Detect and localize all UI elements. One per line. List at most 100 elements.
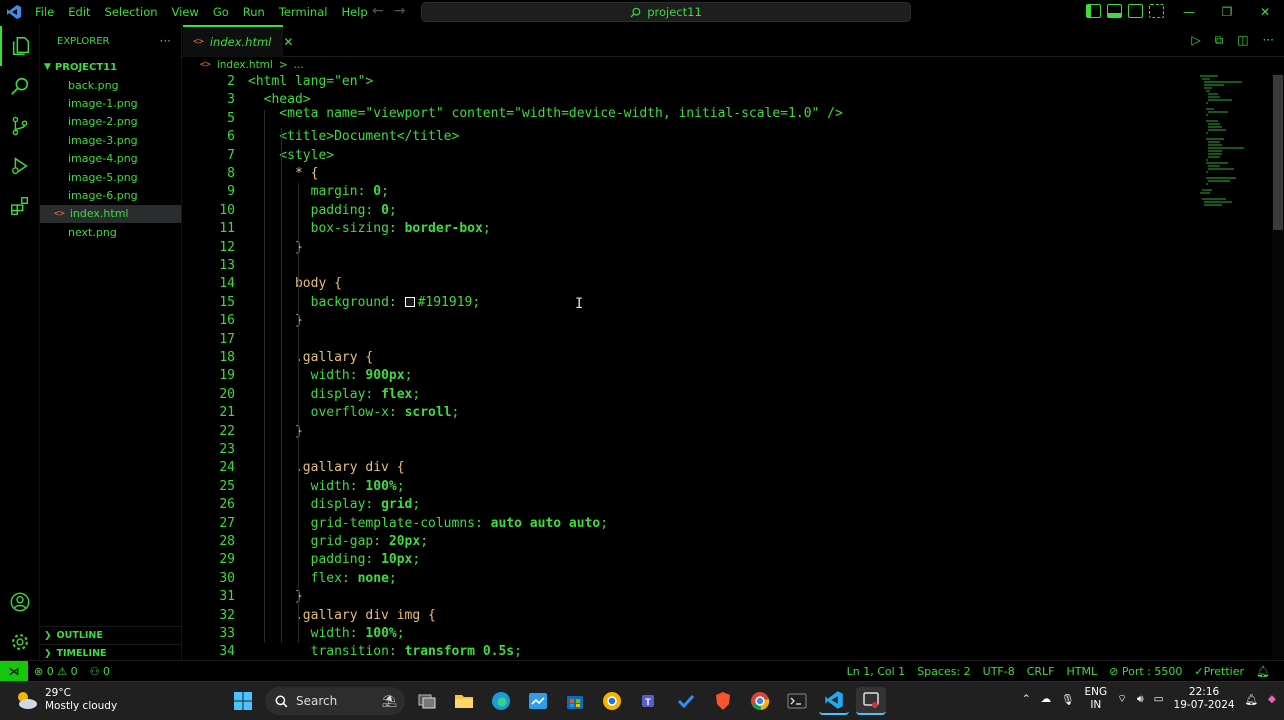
- menu-edit[interactable]: Edit: [61, 5, 97, 19]
- end-of-line[interactable]: CRLF: [1021, 665, 1061, 678]
- file-item[interactable]: next.png: [40, 223, 181, 241]
- copilot-icon[interactable]: ◆: [1268, 693, 1276, 705]
- code-line[interactable]: 19 width: 900px;: [182, 367, 1202, 385]
- todo-check-icon[interactable]: [671, 687, 701, 715]
- prettier-status[interactable]: ✓Prettier: [1188, 665, 1250, 678]
- notification-bell-icon[interactable]: 🔔︎: [1245, 693, 1258, 706]
- ports-indicator[interactable]: ⚇ 0: [84, 665, 116, 678]
- menu-run[interactable]: Run: [236, 5, 272, 19]
- forward-arrow-icon[interactable]: →: [394, 3, 406, 19]
- code-line[interactable]: 31 }: [182, 588, 1202, 606]
- outline-section[interactable]: ❯ OUTLINE: [40, 626, 181, 644]
- mylogin-app-icon[interactable]: [523, 687, 553, 715]
- split-editor-icon[interactable]: ◫: [1237, 33, 1248, 48]
- toggle-panel-icon[interactable]: [1107, 4, 1122, 18]
- file-item[interactable]: image-3.png: [40, 131, 181, 149]
- tab-index-html[interactable]: <> index.html ✕: [183, 25, 293, 57]
- vscode-taskbar-icon[interactable]: [819, 687, 849, 715]
- close-tab-icon[interactable]: ✕: [283, 35, 293, 49]
- code-line[interactable]: 25 width: 100%;: [182, 478, 1202, 496]
- microphone-icon[interactable]: 🎙︎: [1061, 693, 1074, 706]
- code-line[interactable]: 33 width: 100%;: [182, 625, 1202, 643]
- menu-go[interactable]: Go: [206, 5, 236, 19]
- scrollbar-thumb[interactable]: [1273, 75, 1283, 230]
- code-line[interactable]: 9 margin: 0;: [182, 183, 1202, 201]
- volume-icon[interactable]: 🔊︎: [1137, 693, 1144, 706]
- teams-icon[interactable]: T: [634, 687, 664, 715]
- snipping-tool-icon[interactable]: [856, 687, 886, 715]
- task-view-icon[interactable]: [412, 687, 442, 715]
- code-line[interactable]: 8 * {: [182, 165, 1202, 183]
- code-line[interactable]: 21 overflow-x: scroll;: [182, 404, 1202, 422]
- color-swatch-icon[interactable]: [404, 296, 415, 307]
- explorer-icon[interactable]: [0, 26, 40, 66]
- code-line[interactable]: 15 background: #191919;: [182, 294, 1202, 312]
- explorer-more-actions[interactable]: ···: [160, 34, 171, 48]
- input-language[interactable]: ENG IN: [1084, 686, 1107, 712]
- problems-indicator[interactable]: ⊗ 0 ⚠ 0: [28, 665, 84, 678]
- close-window-icon[interactable]: ✕: [1246, 0, 1284, 24]
- file-item[interactable]: image-4.png: [40, 150, 181, 168]
- encoding[interactable]: UTF-8: [977, 665, 1021, 678]
- wifi-icon[interactable]: ⌔: [1117, 692, 1127, 706]
- clock[interactable]: 22:16 19-07-2024: [1174, 686, 1235, 712]
- code-line[interactable]: 5 <meta name="viewport" content="width=d…: [182, 106, 1202, 128]
- search-activity-icon[interactable]: [0, 66, 40, 106]
- code-line[interactable]: 16 }: [182, 312, 1202, 330]
- code-line[interactable]: 12 }: [182, 239, 1202, 257]
- menu-selection[interactable]: Selection: [98, 5, 165, 19]
- remote-indicator-icon[interactable]: ⋊: [0, 660, 28, 682]
- minimize-icon[interactable]: —: [1170, 0, 1208, 24]
- chrome-icon[interactable]: [745, 687, 775, 715]
- show-hidden-icons-chevron-icon[interactable]: ⌃: [1022, 693, 1031, 705]
- cursor-position[interactable]: Ln 1, Col 1: [841, 665, 912, 678]
- code-line[interactable]: 18 .gallary {: [182, 349, 1202, 367]
- notifications-bell-icon[interactable]: 🔔︎: [1250, 665, 1276, 678]
- code-line[interactable]: 11 box-sizing: border-box;: [182, 220, 1202, 238]
- settings-gear-icon[interactable]: [0, 622, 40, 662]
- open-changes-icon[interactable]: ⧉: [1215, 33, 1224, 48]
- run-icon[interactable]: ▷: [1191, 33, 1200, 48]
- chrome-canary-icon[interactable]: [597, 687, 627, 715]
- accounts-icon[interactable]: [0, 582, 40, 622]
- code-line[interactable]: 10 padding: 0;: [182, 202, 1202, 220]
- code-line[interactable]: 30 flex: none;: [182, 570, 1202, 588]
- file-item[interactable]: image-6.png: [40, 186, 181, 204]
- live-server-port[interactable]: ⊘ Port : 5500: [1103, 665, 1188, 678]
- file-item[interactable]: image-1.png: [40, 94, 181, 112]
- taskbar-search[interactable]: Search ⛱: [265, 687, 405, 715]
- brave-browser-icon[interactable]: [708, 687, 738, 715]
- code-line[interactable]: 29 padding: 10px;: [182, 551, 1202, 569]
- customize-layout-icon[interactable]: [1149, 4, 1164, 18]
- windows-start-icon[interactable]: [228, 687, 258, 715]
- code-line[interactable]: 14 body {: [182, 275, 1202, 293]
- code-line[interactable]: 6 <title>Document</title>: [182, 128, 1202, 146]
- breadcrumb-more[interactable]: ...: [294, 59, 304, 71]
- run-debug-icon[interactable]: [0, 146, 40, 186]
- file-item-selected[interactable]: <> index.html: [40, 204, 181, 224]
- toggle-secondary-sidebar-icon[interactable]: [1128, 4, 1143, 18]
- code-line[interactable]: 34 transition: transform 0.5s;: [182, 643, 1202, 660]
- code-line[interactable]: 28 grid-gap: 20px;: [182, 533, 1202, 551]
- code-line[interactable]: 17: [182, 331, 1202, 349]
- source-control-icon[interactable]: [0, 106, 40, 146]
- more-actions-icon[interactable]: ···: [1263, 33, 1274, 48]
- code-line[interactable]: 24 .gallary div {: [182, 459, 1202, 477]
- code-line[interactable]: 26 display: grid;: [182, 496, 1202, 514]
- code-line[interactable]: 27 grid-template-columns: auto auto auto…: [182, 515, 1202, 533]
- battery-icon[interactable]: ▭: [1154, 693, 1164, 705]
- code-line[interactable]: 2 <html lang="en">: [182, 73, 1202, 91]
- microsoft-store-icon[interactable]: [560, 687, 590, 715]
- toggle-primary-sidebar-icon[interactable]: [1086, 4, 1101, 18]
- code-line[interactable]: 13: [182, 257, 1202, 275]
- code-line[interactable]: 20 display: flex;: [182, 386, 1202, 404]
- menu-view[interactable]: View: [165, 5, 206, 19]
- code-line[interactable]: 7 <style>: [182, 147, 1202, 165]
- menu-terminal[interactable]: Terminal: [272, 5, 335, 19]
- terminal-icon[interactable]: [782, 687, 812, 715]
- minimap[interactable]: [1196, 73, 1270, 213]
- code-editor[interactable]: 2 <html lang="en"> 3 <head> 5 <meta name="v…: [182, 73, 1202, 660]
- weather-widget[interactable]: 29°C Mostly cloudy: [14, 687, 117, 713]
- breadcrumb-file[interactable]: index.html: [217, 59, 273, 71]
- file-item[interactable]: image-5.png: [40, 168, 181, 186]
